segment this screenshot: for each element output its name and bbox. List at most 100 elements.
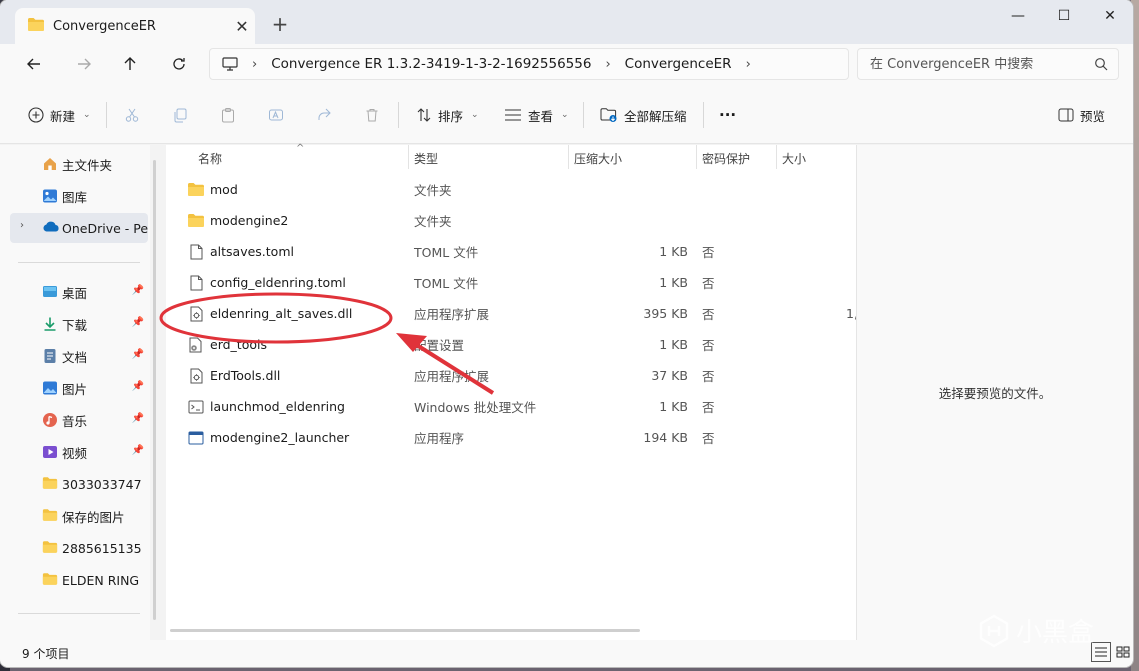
file-type: Windows 批处理文件 bbox=[414, 400, 537, 415]
file-name: eldenring_alt_saves.dll bbox=[210, 306, 353, 321]
column-header-compressed-size[interactable]: 压缩大小 bbox=[568, 145, 696, 171]
column-password-label: 密码保护 bbox=[702, 151, 751, 166]
file-name: ErdTools.dll bbox=[210, 368, 281, 383]
navigation-pane: 主文件夹 图库 › OneDrive - Per 桌面 📌 下载 📌 文档 📌 … bbox=[0, 145, 150, 640]
table-row[interactable]: mod 文件夹 bbox=[166, 174, 856, 205]
table-row[interactable]: ErdTools.dll 应用程序扩展 37 KB 否 bbox=[166, 360, 856, 391]
arrow-up-icon bbox=[124, 57, 136, 70]
pin-icon[interactable]: 📌 bbox=[132, 381, 144, 392]
sidebar-item-videos[interactable]: 视频 📌 bbox=[10, 437, 148, 467]
onedrive-icon bbox=[42, 220, 60, 235]
document-icon bbox=[42, 348, 58, 367]
folder-icon bbox=[42, 540, 58, 557]
view-button[interactable]: 查看 ⌄ bbox=[504, 104, 569, 126]
status-bar: 9 个项目 bbox=[0, 640, 1133, 667]
sidebar-item-gallery[interactable]: 图库 bbox=[10, 181, 148, 211]
tab-convergenceer[interactable]: ConvergenceER ✕ bbox=[15, 8, 255, 44]
tab-close-icon[interactable]: ✕ bbox=[229, 17, 255, 36]
table-row[interactable]: erd_tools 配置设置 1 KB 否 bbox=[166, 329, 856, 360]
pin-icon[interactable]: 📌 bbox=[132, 317, 144, 328]
column-header-type[interactable]: 类型 bbox=[408, 145, 568, 171]
tiles-view-button[interactable] bbox=[1113, 642, 1133, 662]
sidebar-item-saved-pictures[interactable]: 保存的图片 bbox=[10, 501, 148, 531]
app-icon bbox=[186, 431, 206, 445]
search-input[interactable] bbox=[870, 56, 1090, 72]
compressed-size: 194 KB bbox=[643, 430, 688, 445]
file-icon bbox=[186, 244, 206, 260]
chevron-right-icon[interactable]: › bbox=[20, 220, 24, 231]
up-button[interactable] bbox=[118, 52, 142, 76]
sidebar-divider bbox=[18, 262, 140, 263]
sidebar-scrollbar[interactable] bbox=[153, 160, 156, 620]
table-row[interactable]: altsaves.toml TOML 文件 1 KB 否 bbox=[166, 236, 856, 267]
new-button[interactable]: 新建 ⌄ bbox=[28, 104, 91, 126]
sort-button[interactable]: 排序 ⌄ bbox=[416, 104, 479, 126]
compressed-size: 1 KB bbox=[659, 244, 688, 259]
search-box[interactable] bbox=[857, 48, 1119, 80]
sidebar-item-label: 图库 bbox=[62, 189, 88, 205]
sidebar-item-documents[interactable]: 文档 📌 bbox=[10, 341, 148, 371]
watermark-text: 小黑盒 bbox=[1016, 618, 1095, 648]
breadcrumb-parent[interactable]: Convergence ER 1.3.2-3419-1-3-2-16925565… bbox=[271, 56, 591, 72]
sidebar-item-pictures[interactable]: 图片 📌 bbox=[10, 373, 148, 403]
window-controls: — ☐ ✕ bbox=[995, 0, 1133, 32]
share-button[interactable] bbox=[316, 104, 332, 126]
preview-button[interactable]: 预览 bbox=[1058, 104, 1105, 126]
paste-icon bbox=[222, 108, 234, 123]
minimize-button[interactable]: — bbox=[995, 0, 1041, 32]
column-size-label: 大小 bbox=[782, 151, 807, 166]
sidebar-item-folder-2885615135[interactable]: 2885615135 bbox=[10, 533, 148, 563]
sidebar-item-home[interactable]: 主文件夹 bbox=[10, 149, 148, 179]
breadcrumb-chevron-icon[interactable]: › bbox=[252, 57, 257, 72]
compressed-size: 1 KB bbox=[659, 399, 688, 414]
file-type: 配置设置 bbox=[414, 338, 465, 353]
breadcrumb-chevron-icon[interactable]: › bbox=[746, 57, 751, 72]
file-type: 应用程序扩展 bbox=[414, 369, 490, 384]
file-type: 应用程序扩展 bbox=[414, 307, 490, 322]
back-button[interactable] bbox=[22, 52, 46, 76]
breadcrumb-chevron-icon[interactable]: › bbox=[605, 57, 610, 72]
sidebar-item-label: 主文件夹 bbox=[62, 157, 113, 173]
cut-button[interactable] bbox=[124, 104, 140, 126]
sidebar-item-folder-3033033747[interactable]: 3033033747 bbox=[10, 469, 148, 499]
extract-all-label: 全部解压缩 bbox=[624, 108, 687, 124]
breadcrumb-current[interactable]: ConvergenceER bbox=[625, 56, 732, 72]
pin-icon[interactable]: 📌 bbox=[132, 349, 144, 360]
copy-button[interactable] bbox=[172, 104, 188, 126]
maximize-button[interactable]: ☐ bbox=[1041, 0, 1087, 32]
chevron-down-icon: ⌄ bbox=[471, 110, 479, 120]
table-row[interactable]: config_eldenring.toml TOML 文件 1 KB 否 bbox=[166, 267, 856, 298]
extract-all-button[interactable]: 全部解压缩 bbox=[600, 104, 687, 126]
folder-icon bbox=[42, 508, 58, 525]
new-tab-button[interactable]: + bbox=[268, 12, 292, 36]
refresh-button[interactable] bbox=[167, 52, 191, 76]
pin-icon[interactable]: 📌 bbox=[132, 413, 144, 424]
sidebar-item-label: 2885615135 bbox=[62, 540, 142, 556]
close-button[interactable]: ✕ bbox=[1087, 0, 1133, 32]
forward-button[interactable] bbox=[72, 52, 96, 76]
compressed-size: 1 KB bbox=[659, 275, 688, 290]
rename-button[interactable] bbox=[268, 104, 284, 126]
column-header-name[interactable]: 名称 ^ bbox=[166, 143, 408, 171]
trash-icon bbox=[366, 109, 378, 122]
delete-button[interactable] bbox=[364, 104, 380, 126]
horizontal-scrollbar[interactable] bbox=[170, 629, 640, 632]
pin-icon[interactable]: 📌 bbox=[132, 285, 144, 296]
pin-icon[interactable]: 📌 bbox=[132, 445, 144, 456]
sidebar-item-downloads[interactable]: 下载 📌 bbox=[10, 309, 148, 339]
column-header-size[interactable]: 大小 bbox=[776, 145, 856, 171]
sidebar-item-desktop[interactable]: 桌面 📌 bbox=[10, 277, 148, 307]
sidebar-item-elden-ring[interactable]: ELDEN RING bbox=[10, 565, 148, 595]
address-bar[interactable]: › Convergence ER 1.3.2-3419-1-3-2-169255… bbox=[209, 48, 849, 80]
table-row[interactable]: eldenring_alt_saves.dll 应用程序扩展 395 KB 否 … bbox=[166, 298, 858, 329]
paste-button[interactable] bbox=[220, 104, 236, 126]
sidebar-item-onedrive[interactable]: › OneDrive - Per bbox=[10, 213, 148, 243]
table-row[interactable]: modengine2 文件夹 bbox=[166, 205, 856, 236]
desktop-icon bbox=[42, 284, 58, 303]
table-row[interactable]: launchmod_eldenring Windows 批处理文件 1 KB 否 bbox=[166, 391, 856, 422]
command-bar: 新建 ⌄ 排序 ⌄ 查看 ⌄ 全部解压缩 ··· 预览 bbox=[0, 84, 1133, 144]
more-options-button[interactable]: ··· bbox=[719, 104, 736, 126]
column-header-password[interactable]: 密码保护 bbox=[696, 145, 776, 171]
sidebar-item-music[interactable]: 音乐 📌 bbox=[10, 405, 148, 435]
table-row[interactable]: modengine2_launcher 应用程序 194 KB 否 bbox=[166, 422, 856, 453]
